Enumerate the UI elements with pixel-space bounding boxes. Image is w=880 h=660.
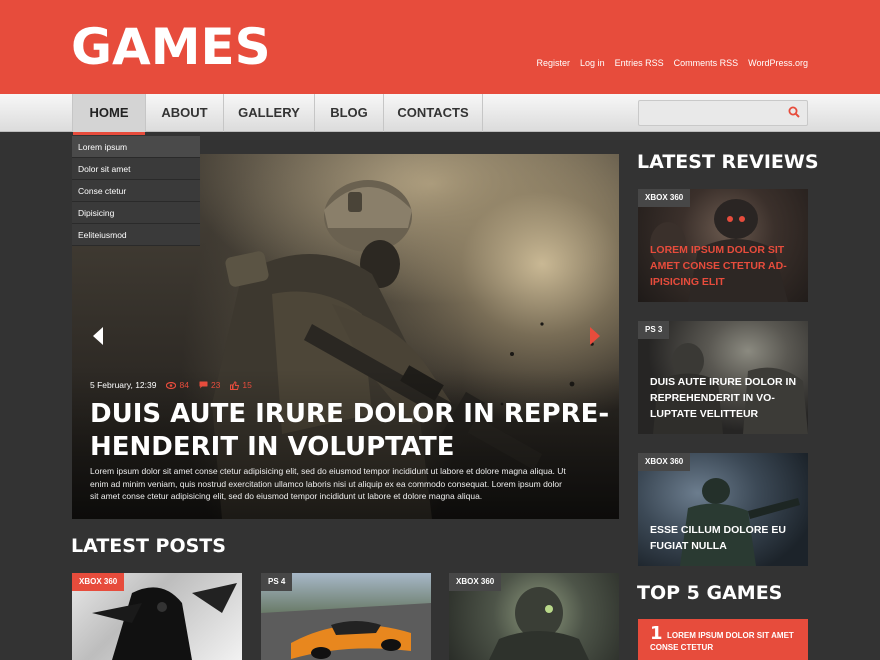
dropdown-item[interactable]: Eeliteiusmod — [72, 224, 200, 246]
review-caption[interactable]: ESSE CILLUM DOLORE EU FUGIAT NULLA — [650, 522, 800, 554]
nav-about[interactable]: ABOUT — [146, 94, 224, 132]
latest-reviews-heading: LATEST REVIEWS — [637, 151, 819, 173]
hero-title[interactable]: DUIS AUTE IRURE DOLOR IN REPRE-HENDERIT … — [90, 398, 610, 464]
nav-contacts[interactable]: CONTACTS — [384, 94, 483, 132]
comments-rss-link[interactable]: Comments RSS — [674, 58, 739, 68]
platform-tag: PS 4 — [261, 573, 293, 591]
nav-blog[interactable]: BLOG — [315, 94, 384, 132]
nav-gallery[interactable]: GALLERY — [224, 94, 315, 132]
dropdown-item[interactable]: Lorem ipsum — [72, 136, 200, 158]
search-box — [638, 100, 808, 126]
dropdown-item[interactable]: Dipisicing — [72, 202, 200, 224]
nav-home[interactable]: HOME — [73, 94, 146, 135]
review-card[interactable]: PS 3 DUIS AUTE IRURE DOLOR IN REPREHENDE… — [638, 321, 808, 434]
post-date: 5 February, 12:39 — [90, 380, 157, 390]
main-nav: HOME ABOUT GALLERY BLOG CONTACTS — [72, 94, 483, 135]
slider-prev-arrow[interactable] — [92, 326, 104, 346]
review-card[interactable]: XBOX 360 ESSE CILLUM DOLORE EU FUGIAT NU… — [638, 453, 808, 566]
platform-tag: XBOX 360 — [72, 573, 125, 591]
review-card[interactable]: XBOX 360 LOREM IPSUM DOLOR SIT AMET CONS… — [638, 189, 808, 302]
nav-bar: HOME ABOUT GALLERY BLOG CONTACTS — [0, 94, 880, 135]
dropdown-item[interactable]: Dolor sit amet — [72, 158, 200, 180]
platform-tag: PS 3 — [638, 321, 670, 339]
post-card[interactable]: PS 4 — [261, 573, 431, 660]
post-card[interactable]: XBOX 360 — [72, 573, 242, 660]
likes-count[interactable]: 15 — [230, 380, 252, 390]
slider-next-arrow[interactable] — [589, 326, 601, 346]
wordpress-link[interactable]: WordPress.org — [748, 58, 808, 68]
top-game-title[interactable]: LOREM IPSUM DOLOR SIT AMET CONSE CTETUR — [650, 630, 810, 654]
hero-meta: 5 February, 12:39 84 23 15 — [90, 380, 252, 390]
review-caption[interactable]: DUIS AUTE IRURE DOLOR IN REPREHENDERIT I… — [650, 374, 800, 422]
top-games-heading: TOP 5 GAMES — [637, 582, 783, 604]
register-link[interactable]: Register — [537, 58, 571, 68]
post-card[interactable]: XBOX 360 — [449, 573, 619, 660]
eye-icon — [166, 381, 177, 389]
entries-rss-link[interactable]: Entries RSS — [615, 58, 664, 68]
views-count: 84 — [166, 380, 189, 390]
platform-tag: XBOX 360 — [638, 189, 691, 207]
search-input[interactable] — [639, 101, 779, 125]
latest-posts-heading: LATEST POSTS — [71, 535, 226, 557]
thumbs-up-icon — [230, 380, 240, 390]
review-caption[interactable]: LOREM IPSUM DOLOR SIT AMET CONSE CTETUR … — [650, 242, 800, 290]
comment-icon — [199, 381, 208, 389]
top-links: Register Log in Entries RSS Comments RSS… — [537, 58, 808, 68]
site-logo[interactable]: GAMES — [71, 16, 271, 78]
site-header: GAMES Register Log in Entries RSS Commen… — [0, 0, 880, 94]
comments-count[interactable]: 23 — [199, 380, 220, 390]
search-icon[interactable] — [788, 106, 800, 118]
login-link[interactable]: Log in — [580, 58, 605, 68]
hero-excerpt: Lorem ipsum dolor sit amet conse ctetur … — [90, 466, 566, 501]
platform-tag: XBOX 360 — [449, 573, 502, 591]
home-dropdown-menu: Lorem ipsum Dolor sit amet Conse ctetur … — [72, 136, 200, 246]
top-game-item[interactable]: 1 LOREM IPSUM DOLOR SIT AMET CONSE CTETU… — [638, 619, 808, 660]
platform-tag: XBOX 360 — [638, 453, 691, 471]
dropdown-item[interactable]: Conse ctetur — [72, 180, 200, 202]
